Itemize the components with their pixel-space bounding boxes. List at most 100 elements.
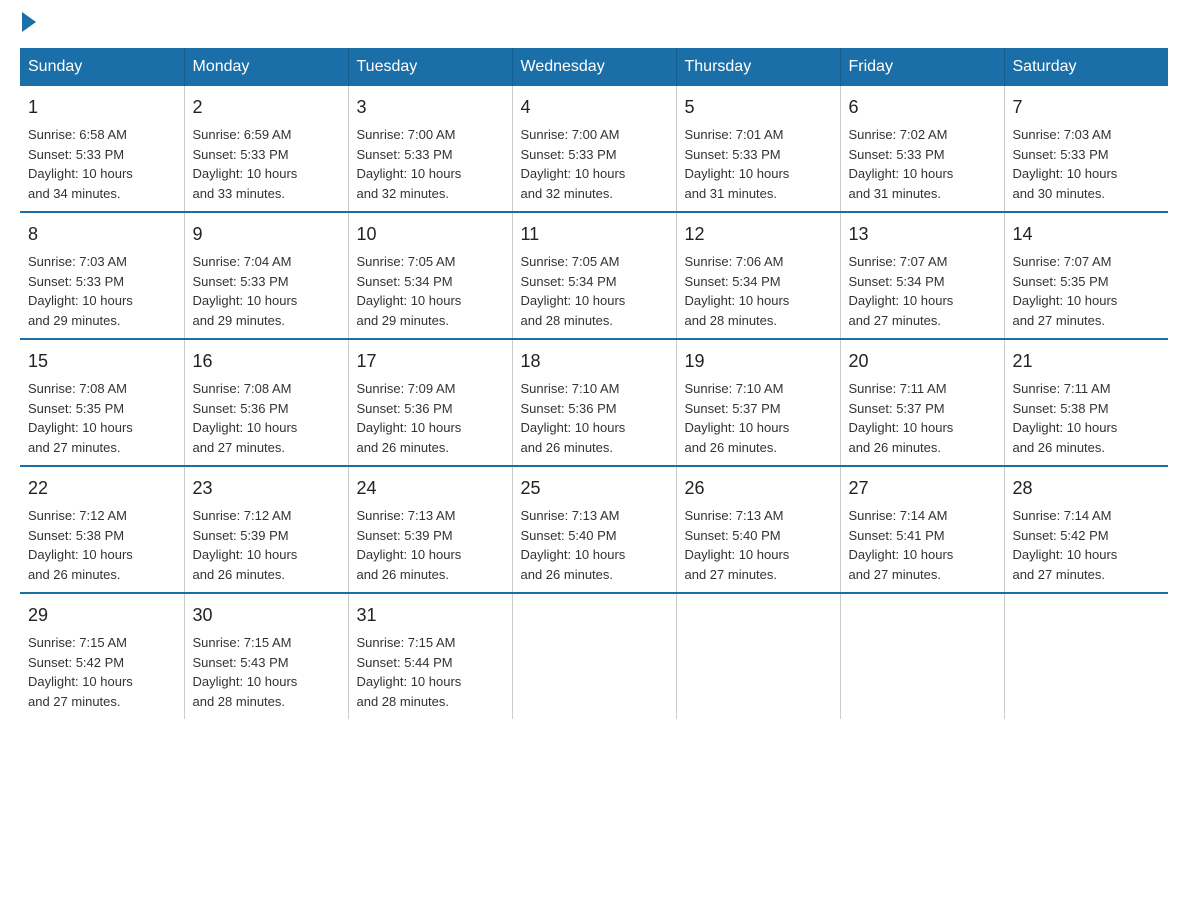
column-header-saturday: Saturday <box>1004 48 1168 86</box>
day-info: Sunrise: 7:11 AMSunset: 5:38 PMDaylight:… <box>1013 381 1118 455</box>
day-info: Sunrise: 7:10 AMSunset: 5:37 PMDaylight:… <box>685 381 790 455</box>
day-number: 23 <box>193 475 340 502</box>
day-number: 11 <box>521 221 668 248</box>
day-number: 14 <box>1013 221 1161 248</box>
day-info: Sunrise: 7:06 AMSunset: 5:34 PMDaylight:… <box>685 254 790 328</box>
day-number: 25 <box>521 475 668 502</box>
day-number: 2 <box>193 94 340 121</box>
day-info: Sunrise: 7:12 AMSunset: 5:39 PMDaylight:… <box>193 508 298 582</box>
page-header <box>20 20 1168 28</box>
calendar-cell: 19 Sunrise: 7:10 AMSunset: 5:37 PMDaylig… <box>676 339 840 466</box>
calendar-week-row: 1 Sunrise: 6:58 AMSunset: 5:33 PMDayligh… <box>20 86 1168 212</box>
day-number: 3 <box>357 94 504 121</box>
day-number: 29 <box>28 602 176 629</box>
calendar-cell: 15 Sunrise: 7:08 AMSunset: 5:35 PMDaylig… <box>20 339 184 466</box>
day-number: 27 <box>849 475 996 502</box>
calendar-cell: 5 Sunrise: 7:01 AMSunset: 5:33 PMDayligh… <box>676 86 840 212</box>
calendar-cell <box>1004 593 1168 719</box>
calendar-cell: 10 Sunrise: 7:05 AMSunset: 5:34 PMDaylig… <box>348 212 512 339</box>
day-info: Sunrise: 7:15 AMSunset: 5:43 PMDaylight:… <box>193 635 298 709</box>
calendar-cell: 4 Sunrise: 7:00 AMSunset: 5:33 PMDayligh… <box>512 86 676 212</box>
calendar-cell: 29 Sunrise: 7:15 AMSunset: 5:42 PMDaylig… <box>20 593 184 719</box>
calendar-cell: 21 Sunrise: 7:11 AMSunset: 5:38 PMDaylig… <box>1004 339 1168 466</box>
calendar-week-row: 15 Sunrise: 7:08 AMSunset: 5:35 PMDaylig… <box>20 339 1168 466</box>
calendar-cell: 1 Sunrise: 6:58 AMSunset: 5:33 PMDayligh… <box>20 86 184 212</box>
day-number: 4 <box>521 94 668 121</box>
calendar-week-row: 22 Sunrise: 7:12 AMSunset: 5:38 PMDaylig… <box>20 466 1168 593</box>
calendar-cell: 25 Sunrise: 7:13 AMSunset: 5:40 PMDaylig… <box>512 466 676 593</box>
day-number: 9 <box>193 221 340 248</box>
calendar-cell: 13 Sunrise: 7:07 AMSunset: 5:34 PMDaylig… <box>840 212 1004 339</box>
calendar-cell: 28 Sunrise: 7:14 AMSunset: 5:42 PMDaylig… <box>1004 466 1168 593</box>
calendar-cell: 31 Sunrise: 7:15 AMSunset: 5:44 PMDaylig… <box>348 593 512 719</box>
column-header-wednesday: Wednesday <box>512 48 676 86</box>
day-info: Sunrise: 7:13 AMSunset: 5:39 PMDaylight:… <box>357 508 462 582</box>
day-number: 21 <box>1013 348 1161 375</box>
day-info: Sunrise: 7:08 AMSunset: 5:36 PMDaylight:… <box>193 381 298 455</box>
day-info: Sunrise: 7:03 AMSunset: 5:33 PMDaylight:… <box>1013 127 1118 201</box>
calendar-cell: 12 Sunrise: 7:06 AMSunset: 5:34 PMDaylig… <box>676 212 840 339</box>
day-number: 22 <box>28 475 176 502</box>
calendar-cell: 23 Sunrise: 7:12 AMSunset: 5:39 PMDaylig… <box>184 466 348 593</box>
column-header-sunday: Sunday <box>20 48 184 86</box>
day-info: Sunrise: 7:04 AMSunset: 5:33 PMDaylight:… <box>193 254 298 328</box>
day-info: Sunrise: 7:14 AMSunset: 5:42 PMDaylight:… <box>1013 508 1118 582</box>
day-info: Sunrise: 7:07 AMSunset: 5:34 PMDaylight:… <box>849 254 954 328</box>
day-number: 15 <box>28 348 176 375</box>
day-number: 10 <box>357 221 504 248</box>
calendar-cell: 22 Sunrise: 7:12 AMSunset: 5:38 PMDaylig… <box>20 466 184 593</box>
calendar-cell <box>840 593 1004 719</box>
calendar-cell: 6 Sunrise: 7:02 AMSunset: 5:33 PMDayligh… <box>840 86 1004 212</box>
logo <box>20 20 36 28</box>
day-info: Sunrise: 7:13 AMSunset: 5:40 PMDaylight:… <box>521 508 626 582</box>
calendar-cell: 24 Sunrise: 7:13 AMSunset: 5:39 PMDaylig… <box>348 466 512 593</box>
day-info: Sunrise: 7:14 AMSunset: 5:41 PMDaylight:… <box>849 508 954 582</box>
calendar-cell: 30 Sunrise: 7:15 AMSunset: 5:43 PMDaylig… <box>184 593 348 719</box>
day-info: Sunrise: 7:05 AMSunset: 5:34 PMDaylight:… <box>521 254 626 328</box>
day-info: Sunrise: 7:00 AMSunset: 5:33 PMDaylight:… <box>521 127 626 201</box>
day-number: 24 <box>357 475 504 502</box>
day-info: Sunrise: 7:15 AMSunset: 5:44 PMDaylight:… <box>357 635 462 709</box>
day-info: Sunrise: 7:02 AMSunset: 5:33 PMDaylight:… <box>849 127 954 201</box>
day-number: 16 <box>193 348 340 375</box>
calendar-cell: 9 Sunrise: 7:04 AMSunset: 5:33 PMDayligh… <box>184 212 348 339</box>
day-number: 7 <box>1013 94 1161 121</box>
day-number: 8 <box>28 221 176 248</box>
calendar-cell: 2 Sunrise: 6:59 AMSunset: 5:33 PMDayligh… <box>184 86 348 212</box>
day-info: Sunrise: 7:05 AMSunset: 5:34 PMDaylight:… <box>357 254 462 328</box>
day-info: Sunrise: 7:03 AMSunset: 5:33 PMDaylight:… <box>28 254 133 328</box>
day-info: Sunrise: 6:59 AMSunset: 5:33 PMDaylight:… <box>193 127 298 201</box>
calendar-cell: 14 Sunrise: 7:07 AMSunset: 5:35 PMDaylig… <box>1004 212 1168 339</box>
column-header-thursday: Thursday <box>676 48 840 86</box>
day-info: Sunrise: 7:12 AMSunset: 5:38 PMDaylight:… <box>28 508 133 582</box>
calendar-cell: 20 Sunrise: 7:11 AMSunset: 5:37 PMDaylig… <box>840 339 1004 466</box>
calendar-cell: 27 Sunrise: 7:14 AMSunset: 5:41 PMDaylig… <box>840 466 1004 593</box>
day-info: Sunrise: 7:07 AMSunset: 5:35 PMDaylight:… <box>1013 254 1118 328</box>
calendar-cell: 7 Sunrise: 7:03 AMSunset: 5:33 PMDayligh… <box>1004 86 1168 212</box>
calendar-cell <box>676 593 840 719</box>
day-number: 1 <box>28 94 176 121</box>
calendar-cell <box>512 593 676 719</box>
day-info: Sunrise: 7:15 AMSunset: 5:42 PMDaylight:… <box>28 635 133 709</box>
day-info: Sunrise: 7:10 AMSunset: 5:36 PMDaylight:… <box>521 381 626 455</box>
calendar-cell: 3 Sunrise: 7:00 AMSunset: 5:33 PMDayligh… <box>348 86 512 212</box>
day-number: 6 <box>849 94 996 121</box>
calendar-cell: 8 Sunrise: 7:03 AMSunset: 5:33 PMDayligh… <box>20 212 184 339</box>
calendar-cell: 11 Sunrise: 7:05 AMSunset: 5:34 PMDaylig… <box>512 212 676 339</box>
logo-arrow-icon <box>22 12 36 32</box>
day-number: 18 <box>521 348 668 375</box>
calendar-week-row: 8 Sunrise: 7:03 AMSunset: 5:33 PMDayligh… <box>20 212 1168 339</box>
day-info: Sunrise: 7:00 AMSunset: 5:33 PMDaylight:… <box>357 127 462 201</box>
day-number: 26 <box>685 475 832 502</box>
calendar-week-row: 29 Sunrise: 7:15 AMSunset: 5:42 PMDaylig… <box>20 593 1168 719</box>
day-number: 17 <box>357 348 504 375</box>
day-info: Sunrise: 7:09 AMSunset: 5:36 PMDaylight:… <box>357 381 462 455</box>
column-header-monday: Monday <box>184 48 348 86</box>
column-header-tuesday: Tuesday <box>348 48 512 86</box>
day-number: 30 <box>193 602 340 629</box>
column-header-friday: Friday <box>840 48 1004 86</box>
day-info: Sunrise: 7:01 AMSunset: 5:33 PMDaylight:… <box>685 127 790 201</box>
day-number: 19 <box>685 348 832 375</box>
day-number: 12 <box>685 221 832 248</box>
calendar-table: SundayMondayTuesdayWednesdayThursdayFrid… <box>20 48 1168 719</box>
